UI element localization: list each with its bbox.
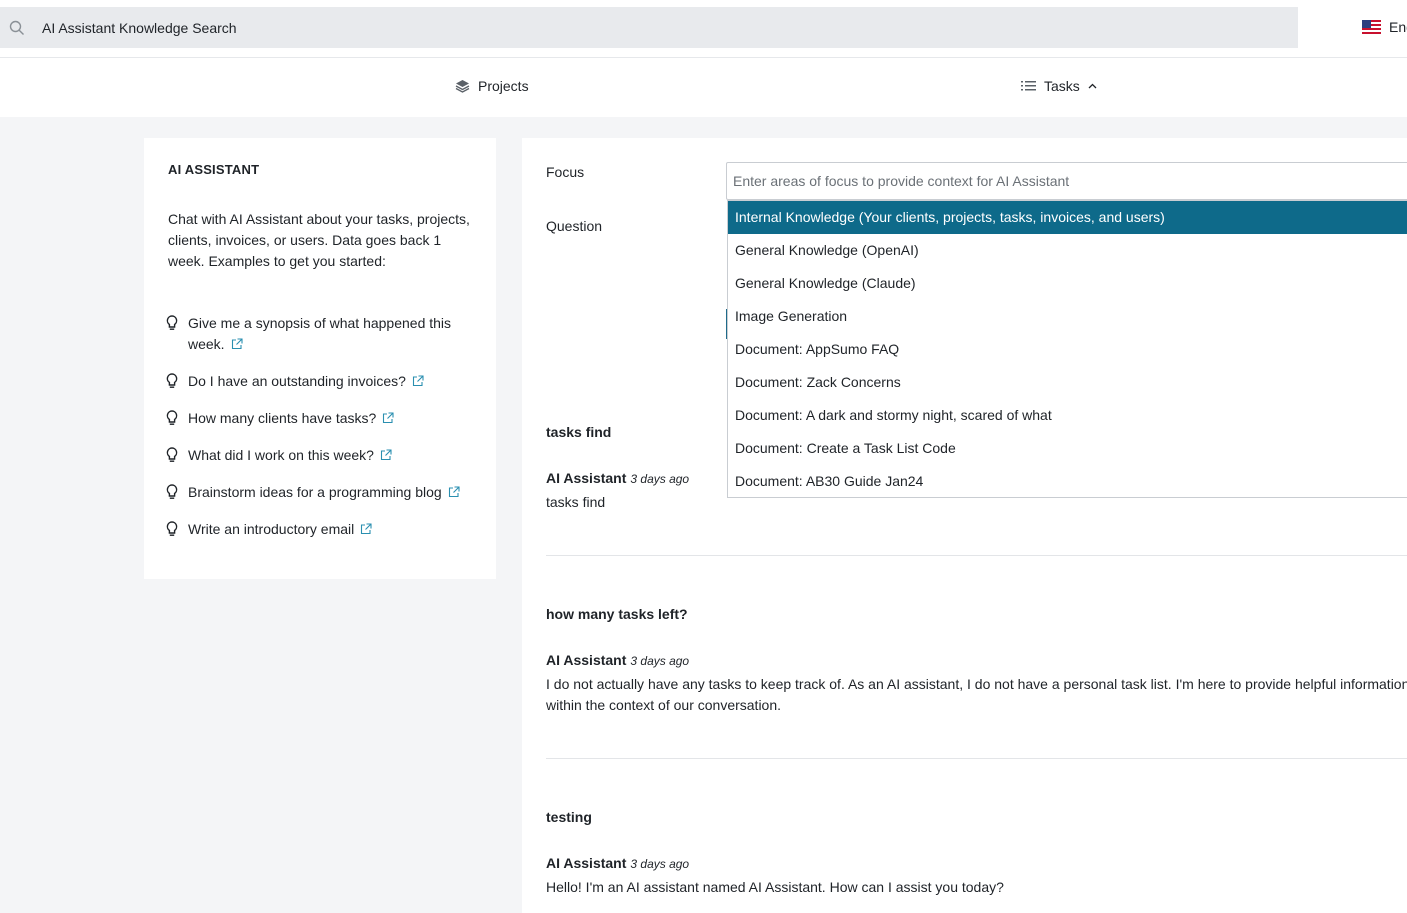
dropdown-option[interactable]: Image Generation xyxy=(728,300,1407,333)
dropdown-option[interactable]: Document: AppSumo FAQ xyxy=(728,333,1407,366)
assistant-author: AI Assistant 3 days ago xyxy=(546,855,689,871)
example-prompt[interactable]: Give me a synopsis of what happened this… xyxy=(166,313,476,355)
lightbulb-icon xyxy=(166,484,178,499)
user-question: testing xyxy=(546,809,592,825)
external-link-icon[interactable] xyxy=(380,449,392,461)
nav-tasks-label: Tasks xyxy=(1044,78,1080,94)
lightbulb-icon xyxy=(166,410,178,425)
example-prompt[interactable]: Do I have an outstanding invoices? xyxy=(166,371,476,392)
chat-panel: Focus Question Internal Knowledge (Your … xyxy=(522,138,1407,913)
list-icon xyxy=(1021,81,1036,91)
example-prompt[interactable]: What did I work on this week? xyxy=(166,445,476,466)
layers-icon xyxy=(455,80,470,93)
lightbulb-icon xyxy=(166,447,178,462)
example-prompt[interactable]: Brainstorm ideas for a programming blog xyxy=(166,482,476,503)
user-question: how many tasks left? xyxy=(546,606,688,622)
us-flag-icon xyxy=(1362,20,1381,34)
user-question: tasks find xyxy=(546,424,612,440)
sidebar-intro: Chat with AI Assistant about your tasks,… xyxy=(168,211,470,269)
external-link-icon[interactable] xyxy=(360,523,372,535)
assistant-author: AI Assistant 3 days ago xyxy=(546,652,689,668)
dropdown-option[interactable]: General Knowledge (OpenAI) xyxy=(728,234,1407,267)
message-time: 3 days ago xyxy=(630,654,690,668)
divider xyxy=(546,555,1407,556)
example-prompt[interactable]: Write an introductory email xyxy=(166,519,476,540)
message-time: 3 days ago xyxy=(630,857,690,871)
main-nav: Projects Tasks xyxy=(0,58,1407,117)
search-icon xyxy=(9,20,24,35)
dropdown-option[interactable]: Document: AB30 Guide Jan24 xyxy=(728,465,1407,498)
example-prompt-text: How many clients have tasks? xyxy=(188,410,377,426)
focus-dropdown: Internal Knowledge (Your clients, projec… xyxy=(727,200,1407,498)
external-link-icon[interactable] xyxy=(382,412,394,424)
assistant-answer: Hello! I'm an AI assistant named AI Assi… xyxy=(546,879,1004,895)
lightbulb-icon xyxy=(166,373,178,388)
example-prompt[interactable]: How many clients have tasks? xyxy=(166,408,476,429)
nav-projects-label: Projects xyxy=(478,78,529,94)
dropdown-option[interactable]: Internal Knowledge (Your clients, projec… xyxy=(728,201,1407,234)
example-prompt-text: Do I have an outstanding invoices? xyxy=(188,373,406,389)
dropdown-option[interactable]: Document: Zack Concerns xyxy=(728,366,1407,399)
dropdown-option[interactable]: Document: A dark and stormy night, scare… xyxy=(728,399,1407,432)
nav-tasks[interactable]: Tasks xyxy=(1021,78,1097,94)
assistant-info-card: AI ASSISTANT Chat with AI Assistant abou… xyxy=(144,138,496,579)
question-label: Question xyxy=(546,218,603,234)
message-time: 3 days ago xyxy=(630,472,690,486)
external-link-icon[interactable] xyxy=(412,375,424,387)
top-bar: Eng xyxy=(0,0,1407,58)
external-link-icon[interactable] xyxy=(448,486,460,498)
author-name: AI Assistant xyxy=(546,652,627,668)
assistant-author: AI Assistant 3 days ago xyxy=(546,470,689,486)
language-selector[interactable]: Eng xyxy=(1362,19,1407,35)
focus-input[interactable] xyxy=(726,162,1407,200)
author-name: AI Assistant xyxy=(546,470,627,486)
example-prompt-text: Give me a synopsis of what happened this… xyxy=(188,315,452,352)
external-link-icon[interactable] xyxy=(231,338,243,350)
search-bar[interactable] xyxy=(0,7,1298,48)
author-name: AI Assistant xyxy=(546,855,627,871)
dropdown-option[interactable]: Document: Create a Task List Code xyxy=(728,432,1407,465)
example-prompt-text: What did I work on this week? xyxy=(188,447,374,463)
search-input[interactable] xyxy=(42,7,1242,48)
lightbulb-icon xyxy=(166,315,178,330)
chevron-up-icon xyxy=(1088,83,1097,89)
example-prompts: Give me a synopsis of what happened this… xyxy=(166,313,476,556)
sidebar-title: AI ASSISTANT xyxy=(168,162,260,177)
example-prompt-text: Brainstorm ideas for a programming blog xyxy=(188,484,442,500)
language-label: Eng xyxy=(1389,19,1407,35)
focus-label: Focus xyxy=(546,164,585,180)
example-prompt-text: Write an introductory email xyxy=(188,521,355,537)
divider xyxy=(546,758,1407,759)
lightbulb-icon xyxy=(166,521,178,536)
dropdown-option[interactable]: General Knowledge (Claude) xyxy=(728,267,1407,300)
nav-projects[interactable]: Projects xyxy=(455,78,529,94)
assistant-answer: I do not actually have any tasks to keep… xyxy=(546,676,1407,713)
